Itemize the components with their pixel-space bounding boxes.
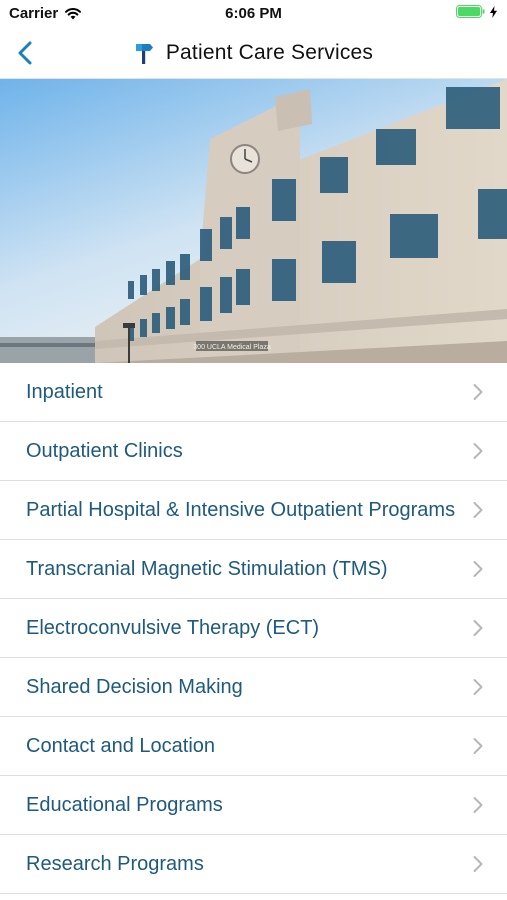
chevron-right-icon	[473, 620, 483, 636]
status-right	[456, 5, 497, 18]
chevron-right-icon	[473, 384, 483, 400]
charging-bolt-icon	[490, 5, 497, 18]
menu-item-shared-decision-making[interactable]: Shared Decision Making	[0, 658, 507, 717]
menu-item-inpatient[interactable]: Inpatient	[0, 363, 507, 422]
navigation-bar: Patient Care Services	[0, 28, 507, 79]
building-photo: 300 UCLA Medical Plaza	[0, 79, 507, 363]
battery-icon	[456, 5, 486, 18]
menu-item-research-programs[interactable]: Research Programs	[0, 835, 507, 894]
building-sign: 300 UCLA Medical Plaza	[193, 344, 271, 351]
status-time: 6:06 PM	[225, 5, 282, 22]
menu-item-label: Contact and Location	[26, 734, 216, 757]
menu-item-educational-programs[interactable]: Educational Programs	[0, 776, 507, 835]
hero-image: 300 UCLA Medical Plaza	[0, 79, 507, 363]
menu-item-label: Transcranial Magnetic Stimulation (TMS)	[26, 557, 388, 580]
status-bar: Carrier 6:06 PM	[0, 0, 507, 28]
chevron-right-icon	[473, 797, 483, 813]
chevron-right-icon	[473, 561, 483, 577]
chevron-right-icon	[473, 856, 483, 872]
menu-item-partial-hospital[interactable]: Partial Hospital & Intensive Outpatient …	[0, 481, 507, 540]
chevron-right-icon	[473, 502, 483, 518]
chevron-right-icon	[473, 443, 483, 459]
menu-item-contact-location[interactable]: Contact and Location	[0, 717, 507, 776]
menu-item-label: Outpatient Clinics	[26, 439, 183, 462]
nav-title-group: Patient Care Services	[0, 28, 507, 78]
chevron-right-icon	[473, 679, 483, 695]
menu-item-label: Shared Decision Making	[26, 675, 243, 698]
menu-item-label: Electroconvulsive Therapy (ECT)	[26, 616, 320, 639]
menu-item-label: Partial Hospital & Intensive Outpatient …	[26, 498, 456, 521]
menu-item-label: Educational Programs	[26, 793, 223, 816]
menu-item-tms[interactable]: Transcranial Magnetic Stimulation (TMS)	[0, 540, 507, 599]
signpost-logo-icon	[135, 44, 153, 64]
page-title: Patient Care Services	[165, 41, 374, 64]
menu-item-ect[interactable]: Electroconvulsive Therapy (ECT)	[0, 599, 507, 658]
menu-item-label: Research Programs	[26, 852, 204, 875]
menu-item-outpatient-clinics[interactable]: Outpatient Clinics	[0, 422, 507, 481]
menu-item-label: Inpatient	[26, 380, 103, 403]
service-menu-list: Inpatient Outpatient Clinics Partial Hos…	[0, 363, 507, 894]
chevron-right-icon	[473, 738, 483, 754]
